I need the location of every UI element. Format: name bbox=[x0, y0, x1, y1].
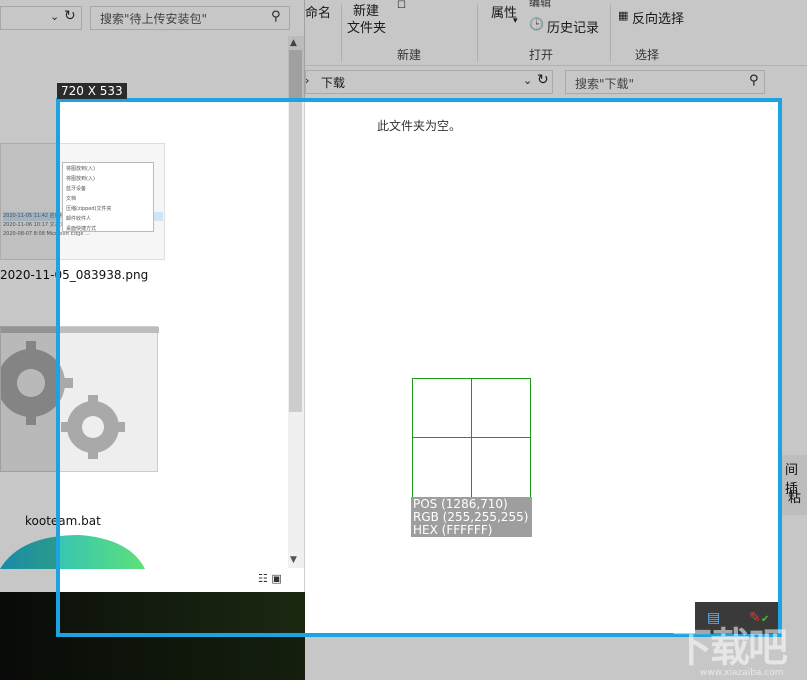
capture-size-label: 720 X 533 bbox=[57, 83, 127, 99]
dim-overlay-right bbox=[782, 98, 807, 637]
capture-region[interactable] bbox=[56, 98, 782, 637]
hex-readout: HEX (FFFFFF) bbox=[413, 523, 493, 537]
watermark-url: www.xiazaiba.com bbox=[700, 668, 784, 678]
dim-overlay-left bbox=[0, 98, 56, 637]
magnifier-crosshair-vertical bbox=[471, 378, 472, 498]
watermark-logo: 下载吧 bbox=[672, 625, 788, 671]
empty-folder-message: 此文件夹为空。 bbox=[377, 119, 462, 133]
magnifier-info: POS (1286,710) RGB (255,255,255) HEX (FF… bbox=[411, 497, 532, 537]
